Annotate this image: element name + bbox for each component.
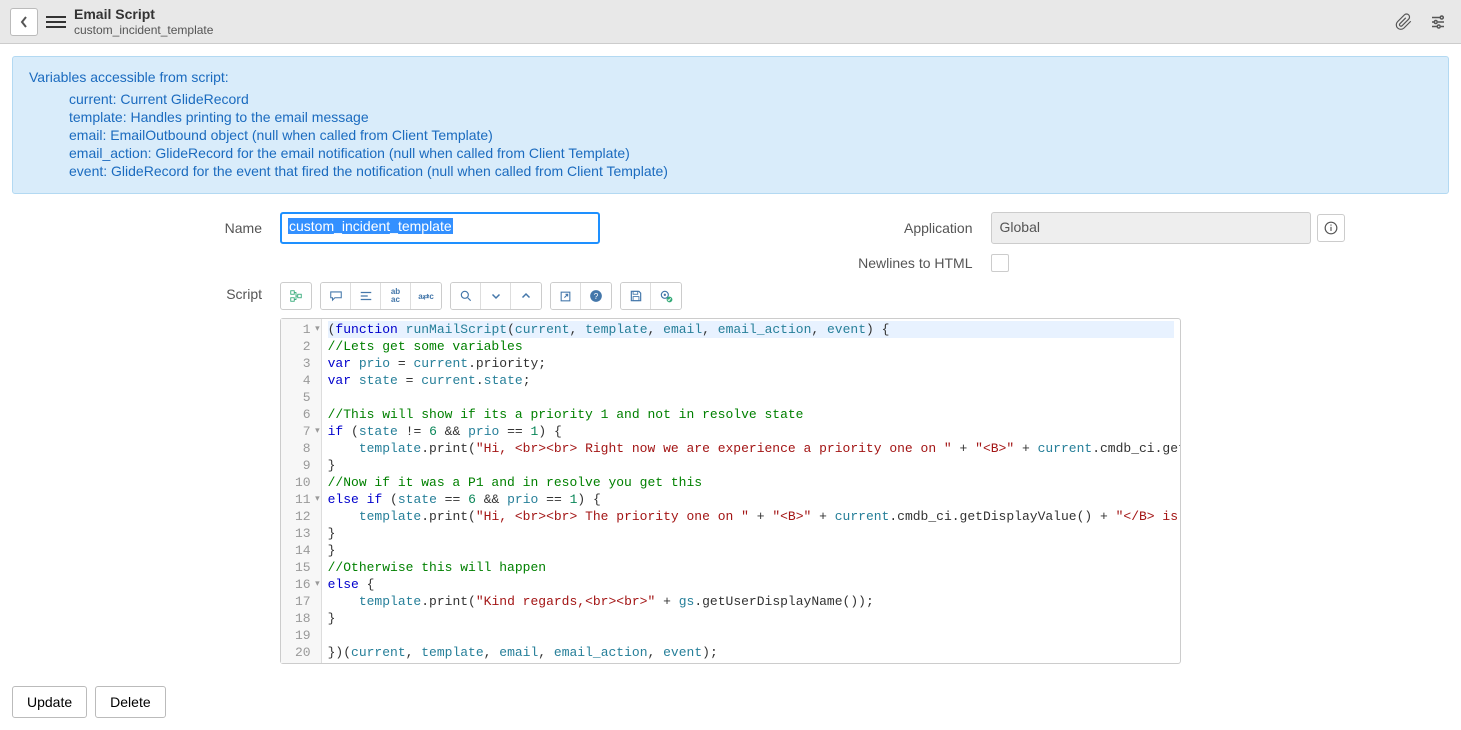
update-button[interactable]: Update [12,686,87,718]
newlines-checkbox[interactable] [991,254,1009,272]
name-input[interactable]: custom_incident_template [280,212,600,244]
form-actions: Update Delete [0,674,1461,730]
search-down-button[interactable] [481,283,511,309]
info-var: template: Handles printing to the email … [69,109,1432,125]
form-area: Name custom_incident_template Applicatio… [0,206,1461,664]
help-icon: ? [589,289,603,303]
script-toolbar: abac a⇄c [280,282,1441,310]
search-icon [459,289,473,303]
delete-button[interactable]: Delete [95,686,165,718]
sliders-icon [1429,13,1447,31]
fullscreen-button[interactable] [551,283,581,309]
replace-button[interactable]: abac [381,283,411,309]
search-up-button[interactable] [511,283,541,309]
format-code-button[interactable] [351,283,381,309]
attachment-button[interactable] [1391,9,1417,35]
tree-icon [289,289,303,303]
header-title-block: Email Script custom_incident_template [74,6,213,37]
application-label: Application [731,220,991,236]
align-icon [359,290,373,302]
chevron-up-icon [520,290,532,302]
name-label: Name [20,220,280,236]
help-button[interactable]: ? [581,283,611,309]
svg-text:?: ? [594,292,599,301]
script-variables-info: Variables accessible from script: curren… [12,56,1449,194]
application-info-button[interactable] [1317,214,1345,242]
menu-button[interactable] [46,12,66,32]
script-label: Script [20,282,280,302]
record-name-label: custom_incident_template [74,23,213,37]
info-var: current: Current GlideRecord [69,91,1432,107]
chevron-down-icon [490,290,502,302]
save-icon [629,289,643,303]
application-field: Global [991,212,1311,244]
info-var: email: EmailOutbound object (null when c… [69,127,1432,143]
replace-all-button[interactable]: a⇄c [411,283,441,309]
external-icon [559,290,572,303]
info-icon [1324,221,1338,235]
info-title: Variables accessible from script: [29,69,1432,85]
script-tree-button[interactable] [280,282,312,310]
header-bar: Email Script custom_incident_template [0,0,1461,44]
comment-icon [329,290,343,302]
info-var: event: GlideRecord for the event that fi… [69,163,1432,179]
gear-check-icon [659,289,673,303]
script-debugger-button[interactable] [651,283,681,309]
search-button[interactable] [451,283,481,309]
info-var: email_action: GlideRecord for the email … [69,145,1432,161]
record-type-label: Email Script [74,6,213,23]
toggle-comment-button[interactable] [321,283,351,309]
back-button[interactable] [10,8,38,36]
save-button[interactable] [621,283,651,309]
chevron-left-icon [19,15,29,29]
newlines-label: Newlines to HTML [731,255,991,271]
settings-button[interactable] [1425,9,1451,35]
script-editor[interactable]: 1234567891011121314151617181920 (functio… [280,318,1181,664]
paperclip-icon [1395,13,1413,31]
